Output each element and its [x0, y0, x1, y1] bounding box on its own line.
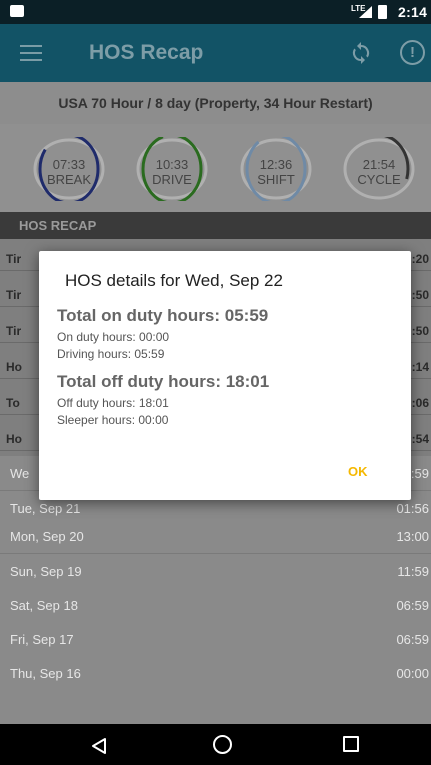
- gauge-time: 10:33: [155, 157, 189, 172]
- system-nav-bar: [0, 724, 431, 765]
- summary-label: Tir: [6, 324, 22, 338]
- gauge-label: DRIVE: [152, 172, 192, 187]
- list-empty-space: [0, 690, 431, 724]
- sync-icon[interactable]: [349, 41, 373, 65]
- summary-label: Tir: [6, 288, 22, 302]
- day-value: :59: [410, 466, 429, 481]
- status-bar: LTE 2:14: [0, 0, 431, 24]
- recent-apps-icon[interactable]: [343, 736, 359, 752]
- summary-label: Ho: [6, 360, 22, 374]
- signal-icon: [359, 6, 372, 18]
- ruleset-banner: USA 70 Hour / 8 day (Property, 34 Hour R…: [0, 82, 431, 124]
- gauge-time: 21:54: [362, 157, 396, 172]
- ok-button[interactable]: OK: [348, 464, 368, 479]
- on-duty-hours: On duty hours: 00:00: [57, 330, 170, 344]
- battery-icon: [378, 5, 387, 19]
- summary-label: Ho: [6, 432, 22, 446]
- home-icon[interactable]: [213, 735, 232, 754]
- gauge-label: CYCLE: [357, 172, 401, 187]
- gauge-label: BREAK: [46, 172, 92, 187]
- day-value: 01:56: [396, 501, 429, 516]
- sleeper-hours: Sleeper hours: 00:00: [57, 413, 169, 427]
- on-duty-total: Total on duty hours: 05:59: [57, 306, 269, 325]
- alert-icon[interactable]: !: [400, 40, 425, 65]
- list-item[interactable]: Sun, Sep 19 11:59: [0, 554, 431, 589]
- list-item[interactable]: Mon, Sep 20 13:00: [0, 519, 431, 554]
- page-title: HOS Recap: [89, 41, 204, 64]
- day-label: Tue, Sep 21: [10, 501, 81, 516]
- hamburger-menu-icon[interactable]: [20, 45, 42, 61]
- day-label: Thu, Sep 16: [10, 666, 81, 681]
- day-label: We: [10, 466, 30, 481]
- gauge-drive: 10:33 DRIVE: [135, 137, 209, 201]
- day-label: Sun, Sep 19: [10, 564, 82, 579]
- gauges-panel: 07:33 BREAK 10:33 DRIVE 12:36 SHIFT 21:5…: [0, 124, 431, 212]
- day-label: Fri, Sep 17: [10, 632, 74, 647]
- list-item[interactable]: Fri, Sep 17 06:59: [0, 622, 431, 657]
- gauge-break: 07:33 BREAK: [32, 137, 106, 201]
- hos-details-dialog: HOS details for Wed, Sep 22 Total on dut…: [39, 251, 411, 500]
- summary-value: :06: [411, 396, 429, 410]
- app-bar: HOS Recap !: [0, 24, 431, 82]
- dialog-title: HOS details for Wed, Sep 22: [65, 271, 283, 290]
- gauge-shift: 12:36 SHIFT: [239, 137, 313, 201]
- day-value: 06:59: [396, 598, 429, 613]
- summary-value: :14: [411, 360, 429, 374]
- list-item[interactable]: Sat, Sep 18 06:59: [0, 588, 431, 623]
- day-label: Mon, Sep 20: [10, 529, 84, 544]
- notification-icon: [10, 5, 24, 17]
- day-value: 11:59: [397, 564, 429, 579]
- gauge-time: 12:36: [259, 157, 293, 172]
- gauge-cycle: 21:54 CYCLE: [342, 137, 416, 201]
- summary-value: :50: [411, 288, 429, 302]
- summary-value: :54: [411, 432, 429, 446]
- gauge-time: 07:33: [52, 157, 86, 172]
- driving-hours: Driving hours: 05:59: [57, 347, 165, 361]
- day-value: 06:59: [396, 632, 429, 647]
- day-label: Sat, Sep 18: [10, 598, 78, 613]
- summary-value: :20: [411, 252, 429, 266]
- summary-value: :50: [411, 324, 429, 338]
- clock: 2:14: [398, 4, 428, 20]
- gauge-label: SHIFT: [257, 172, 295, 187]
- back-icon[interactable]: [90, 737, 108, 755]
- list-item[interactable]: Thu, Sep 16 00:00: [0, 656, 431, 691]
- summary-label: Tir: [6, 252, 22, 266]
- off-duty-hours: Off duty hours: 18:01: [57, 396, 169, 410]
- off-duty-total: Total off duty hours: 18:01: [57, 372, 270, 391]
- summary-label: To: [6, 396, 20, 410]
- day-value: 13:00: [396, 529, 429, 544]
- day-value: 00:00: [396, 666, 429, 681]
- section-header: HOS RECAP: [0, 212, 431, 239]
